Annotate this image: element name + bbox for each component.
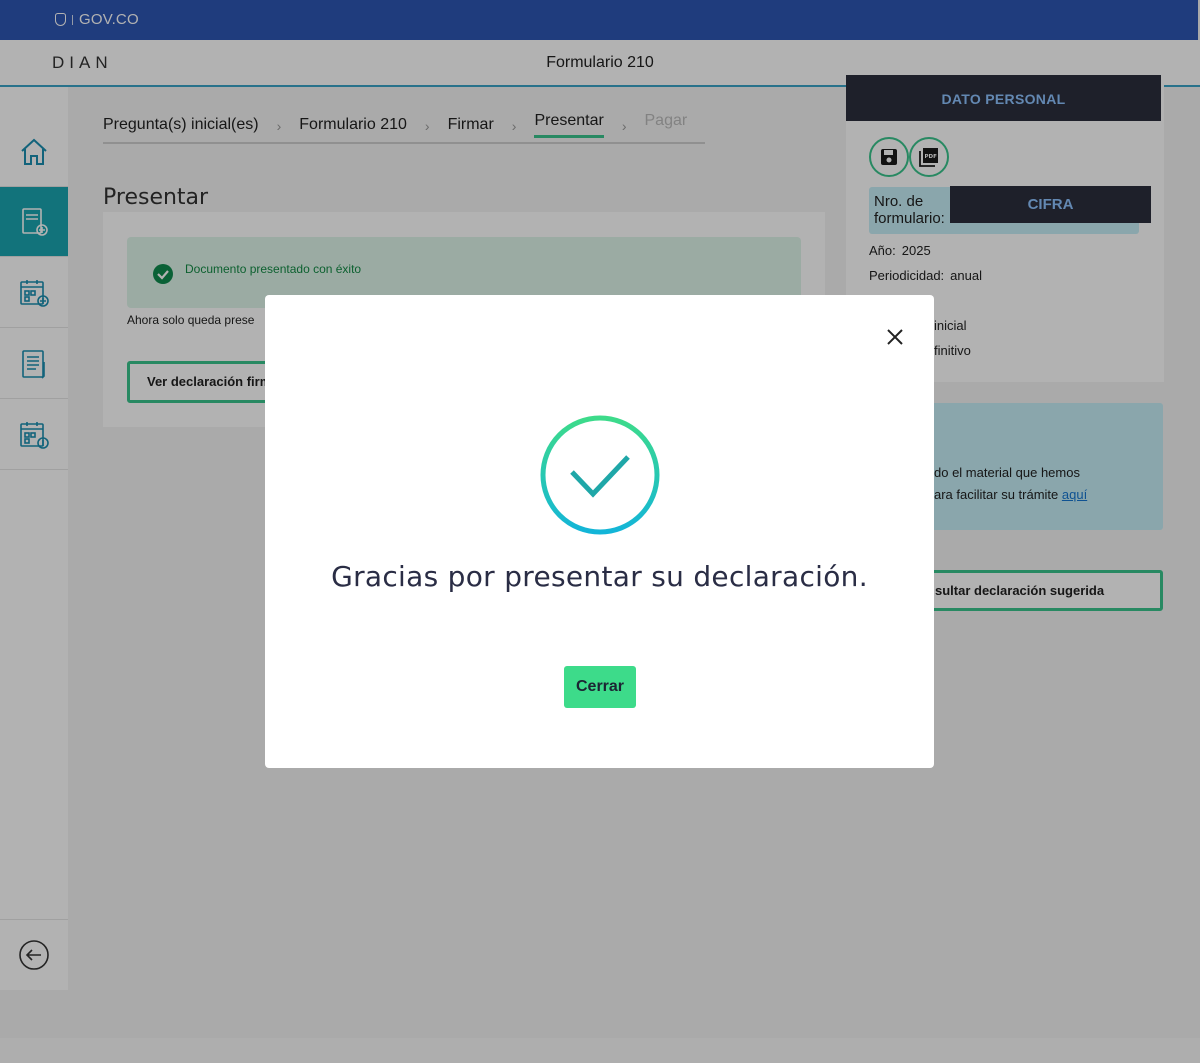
close-icon [887, 329, 903, 345]
modal-message: Gracias por presentar su declaración. [331, 560, 868, 593]
modal-close-action-button[interactable]: Cerrar [564, 666, 636, 708]
modal-close-button[interactable] [883, 325, 907, 349]
success-check-icon [540, 415, 660, 535]
success-modal: Gracias por presentar su declaración. Ce… [265, 295, 934, 768]
